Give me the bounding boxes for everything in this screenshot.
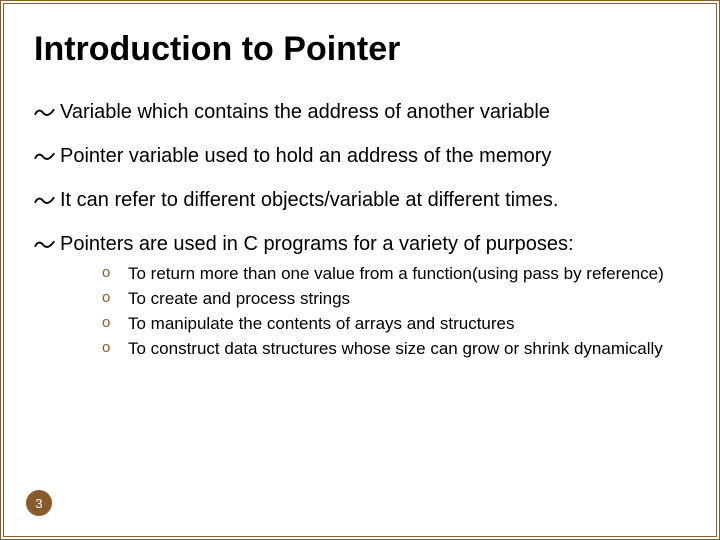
bullet-text: It can refer to different objects/variab… (60, 189, 558, 211)
slide-title: Introduction to Pointer (34, 30, 686, 69)
bullet-text: Pointer variable used to hold an address… (60, 145, 551, 167)
sub-bullet-item: To manipulate the contents of arrays and… (102, 313, 686, 336)
wave-bullet-icon (34, 149, 56, 163)
sub-bullet-item: To return more than one value from a fun… (102, 263, 686, 286)
bullet-text: Pointers are used in C programs for a va… (60, 233, 574, 255)
sub-bullet-list: To return more than one value from a fun… (60, 263, 686, 361)
page-number-badge: 3 (26, 490, 52, 516)
slide-frame: Introduction to Pointer Variable which c… (0, 0, 720, 540)
wave-bullet-icon (34, 237, 56, 251)
bullet-text: Variable which contains the address of a… (60, 101, 550, 123)
sub-bullet-item: To create and process strings (102, 288, 686, 311)
wave-bullet-icon (34, 105, 56, 119)
bullet-item: Pointers are used in C programs for a va… (34, 231, 686, 361)
bullet-item: Pointer variable used to hold an address… (34, 143, 686, 169)
wave-bullet-icon (34, 193, 56, 207)
sub-bullet-item: To construct data structures whose size … (102, 338, 686, 361)
main-bullet-list: Variable which contains the address of a… (34, 99, 686, 361)
bullet-item: It can refer to different objects/variab… (34, 187, 686, 213)
bullet-item: Variable which contains the address of a… (34, 99, 686, 125)
page-number: 3 (35, 496, 42, 511)
